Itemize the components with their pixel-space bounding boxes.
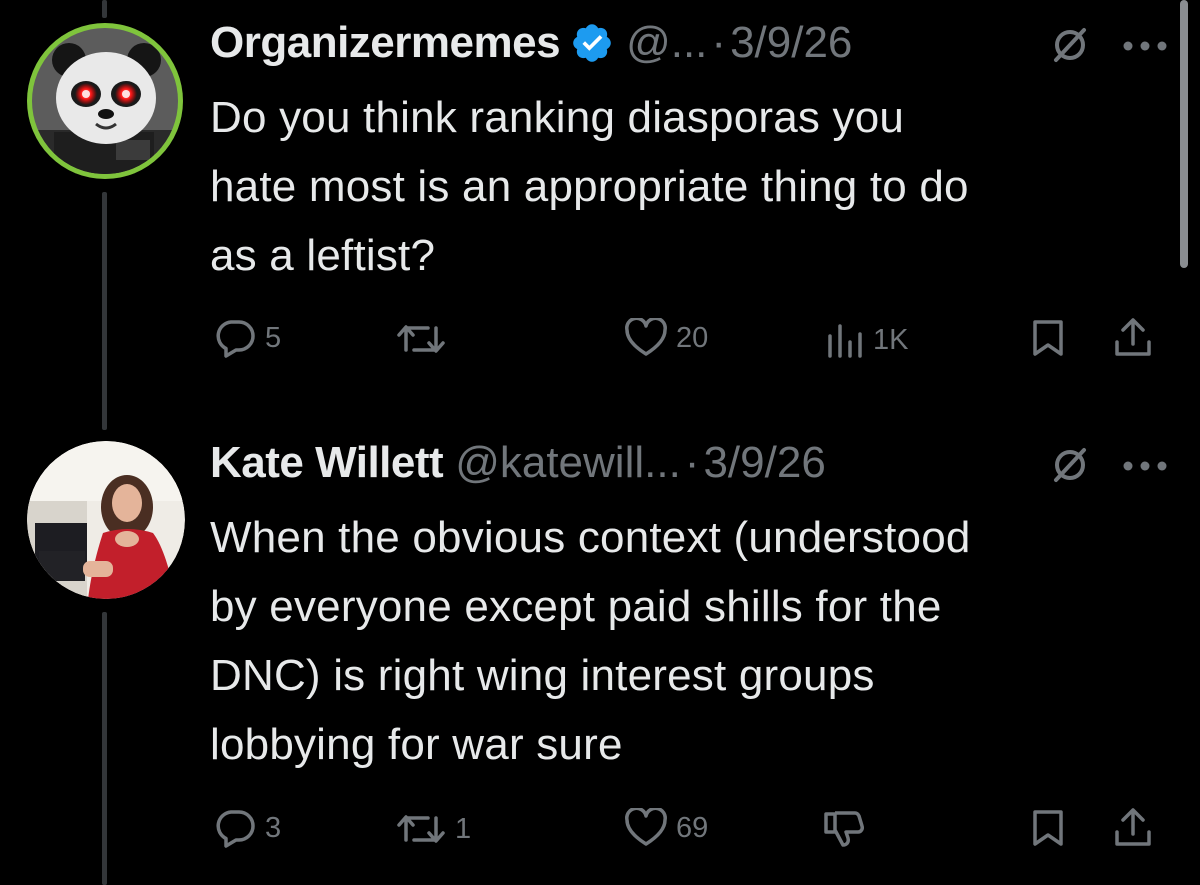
share-icon [1112,806,1154,848]
grok-icon[interactable] [1050,25,1090,65]
reply-count: 5 [265,321,282,354]
reply-button[interactable]: 3 [213,808,281,848]
author-handle[interactable]: @... [626,18,707,68]
share-button[interactable] [1112,806,1154,848]
bookmark-icon [1030,318,1066,358]
like-count: 69 [676,811,709,844]
bookmark-button[interactable] [1030,808,1066,848]
reply-icon [213,808,257,848]
author-display-name[interactable]: Organizermemes [210,18,561,68]
downvote-button[interactable] [822,808,868,850]
reply-icon [213,318,257,358]
repost-button[interactable]: 1 [395,810,471,848]
like-count: 20 [676,321,709,354]
like-button[interactable]: 69 [624,808,708,848]
repost-icon [395,810,447,848]
tweet-text: Do you think ranking diasporas you hate … [210,93,969,280]
tweet-text: When the obvious context (understood by … [210,513,971,769]
separator-dot: · [711,18,727,67]
reply-count: 3 [265,811,282,844]
views-button[interactable]: 1K [825,320,908,360]
more-options-icon[interactable] [1122,39,1168,51]
repost-button[interactable] [395,320,447,358]
tweet-timestamp[interactable]: 3/9/26 [730,18,852,68]
bookmark-button[interactable] [1030,318,1066,358]
like-icon [624,808,668,848]
profile-photo-avatar[interactable] [27,441,185,599]
repost-count: 1 [455,812,472,845]
grok-icon[interactable] [1050,445,1090,485]
downvote-icon [822,808,868,850]
scrollbar[interactable] [1180,0,1188,268]
reply-button[interactable]: 5 [213,318,281,358]
bookmark-icon [1030,808,1066,848]
like-button[interactable]: 20 [624,318,708,358]
share-icon [1112,316,1154,358]
panda-avatar[interactable] [24,20,186,182]
share-button[interactable] [1112,316,1154,358]
author-display-name[interactable]: Kate Willett [210,438,444,488]
tweet-header: Organizermemes @... · 3/9/26 [210,18,852,68]
tweet-header: Kate Willett @katewill... · 3/9/26 [210,438,826,488]
views-icon [825,320,865,360]
author-handle[interactable]: @katewill... [455,438,681,488]
thread-line-upper [102,0,107,18]
thread-line-lower [102,612,107,885]
repost-icon [395,320,447,358]
thread-line-middle [102,192,107,430]
more-options-icon[interactable] [1122,459,1168,471]
tweet-timestamp[interactable]: 3/9/26 [703,438,825,488]
separator-dot: · [684,438,700,487]
verified-badge-icon [570,21,614,65]
like-icon [624,318,668,358]
views-count: 1K [873,323,909,356]
